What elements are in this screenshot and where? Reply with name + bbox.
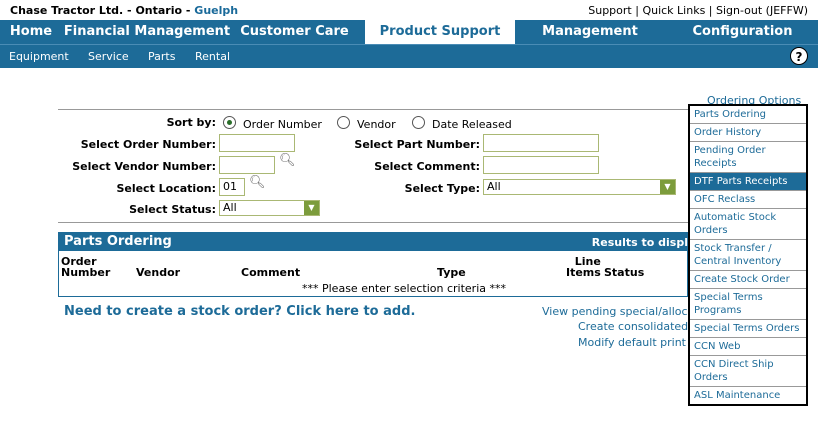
tab-management-central[interactable]: Management Central [515, 20, 665, 63]
modify-default-print-link[interactable]: Modify default print [578, 336, 686, 349]
part-number-input[interactable] [483, 134, 599, 152]
top-bar: Chase Tractor Ltd. - Ontario - Guelph Su… [0, 0, 818, 20]
col-comment: Comment [241, 266, 301, 279]
status-label: Select Status: [129, 203, 216, 216]
col-order-number: Order Number [61, 255, 111, 279]
order-number-label: Select Order Number: [80, 138, 216, 151]
location-input[interactable]: 01 [219, 178, 245, 196]
col-line-items: Line Items [566, 255, 601, 279]
status-select[interactable]: All ▼ [219, 200, 320, 216]
tab-home[interactable]: Home [0, 20, 62, 44]
col-type: Type [437, 266, 466, 279]
type-label: Select Type: [404, 182, 480, 195]
vendor-number-label: Select Vendor Number: [72, 160, 216, 173]
sort-vendor-radio[interactable] [337, 116, 350, 129]
company-city: Guelph [194, 4, 239, 17]
sort-order-number-label: Order Number [243, 118, 322, 131]
ordering-options-menu: Parts Ordering Order History Pending Ord… [688, 104, 808, 406]
col-status: Status [604, 266, 645, 279]
vendor-number-input[interactable] [219, 156, 275, 174]
sort-date-released-radio[interactable] [412, 116, 425, 129]
tab-product-support[interactable]: Product Support [365, 20, 515, 44]
subtab-rental[interactable]: Rental [195, 50, 230, 63]
subtab-equipment[interactable]: Equipment [9, 50, 69, 63]
top-links: Support | Quick Links | Sign-out (JEFFW) [588, 4, 808, 17]
vendor-search-icon[interactable]: 🔍︎ [279, 153, 296, 168]
type-select-value: All [487, 180, 501, 193]
create-stock-order-link[interactable]: Need to create a stock order? Click here… [64, 304, 415, 319]
company-name: Chase Tractor Ltd. - Ontario - Guelph [10, 4, 238, 17]
sort-date-released-label: Date Released [432, 118, 512, 131]
status-select-value: All [223, 201, 237, 214]
main-nav: Home Financial Management Customer Care … [0, 20, 818, 63]
col-vendor: Vendor [136, 266, 181, 279]
menu-item-parts-ordering[interactable]: Parts Ordering [690, 106, 806, 124]
sort-vendor-label: Vendor [357, 118, 396, 131]
parts-ordering-header: Parts Ordering Results to displ [58, 232, 688, 251]
sub-nav: Equipment Service Parts Rental [0, 44, 818, 68]
chevron-down-icon: ▼ [660, 180, 675, 194]
part-number-label: Select Part Number: [354, 138, 480, 151]
form-divider-bottom [58, 222, 688, 223]
link-separator: | [631, 4, 643, 17]
parts-ordering-title: Parts Ordering [64, 234, 172, 249]
sign-out-link[interactable]: Sign-out (JEFFW) [716, 4, 808, 17]
menu-item-ccn-web[interactable]: CCN Web [690, 338, 806, 356]
menu-item-ccn-direct-ship-orders[interactable]: CCN Direct Ship Orders [690, 356, 806, 387]
order-number-input[interactable] [219, 134, 295, 152]
link-separator: | [705, 4, 716, 17]
tab-customer-care[interactable]: Customer Care [232, 20, 357, 44]
location-search-icon[interactable]: 🔍︎ [249, 175, 266, 190]
menu-item-asl-maintenance[interactable]: ASL Maintenance [690, 387, 806, 404]
results-to-display: Results to displ [591, 236, 688, 249]
comment-input[interactable] [483, 156, 599, 174]
create-consolidated-link[interactable]: Create consolidated [578, 320, 688, 333]
location-label: Select Location: [116, 182, 216, 195]
subtab-service[interactable]: Service [88, 50, 129, 63]
comment-label: Select Comment: [374, 160, 480, 173]
chevron-down-icon: ▼ [304, 201, 319, 215]
help-icon[interactable]: ? [790, 47, 808, 65]
menu-item-ofc-reclass[interactable]: OFC Reclass [690, 191, 806, 209]
menu-item-create-stock-order[interactable]: Create Stock Order [690, 271, 806, 289]
menu-item-automatic-stock-orders[interactable]: Automatic Stock Orders [690, 209, 806, 240]
subtab-parts[interactable]: Parts [148, 50, 175, 63]
menu-item-special-terms-orders[interactable]: Special Terms Orders [690, 320, 806, 338]
menu-item-dtf-parts-receipts[interactable]: DTF Parts Receipts [690, 173, 806, 191]
view-pending-link[interactable]: View pending special/alloc [542, 305, 688, 318]
menu-item-stock-transfer[interactable]: Stock Transfer / Central Inventory [690, 240, 806, 271]
sort-by-label: Sort by: [166, 116, 216, 129]
quick-links-link[interactable]: Quick Links [642, 4, 705, 17]
tab-financial-management[interactable]: Financial Management [62, 20, 232, 44]
menu-item-pending-order-receipts[interactable]: Pending Order Receipts [690, 142, 806, 173]
form-divider-top [58, 109, 688, 110]
empty-message: *** Please enter selection criteria *** [302, 282, 506, 295]
type-select[interactable]: All ▼ [483, 179, 676, 195]
company-label: Chase Tractor Ltd. - Ontario - [10, 4, 195, 17]
support-link[interactable]: Support [588, 4, 631, 17]
menu-item-special-terms-programs[interactable]: Special Terms Programs [690, 289, 806, 320]
menu-item-order-history[interactable]: Order History [690, 124, 806, 142]
tab-configuration[interactable]: Configuration [680, 20, 805, 44]
sort-order-number-radio[interactable] [223, 116, 236, 129]
